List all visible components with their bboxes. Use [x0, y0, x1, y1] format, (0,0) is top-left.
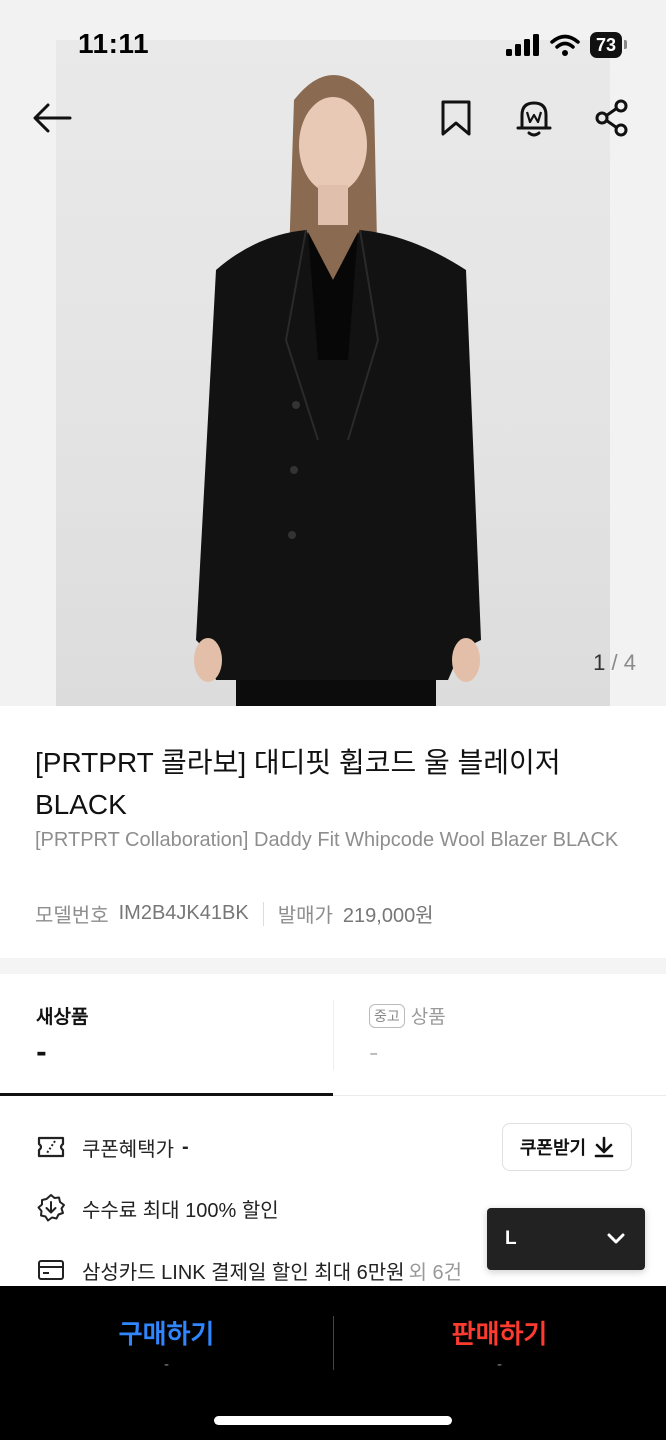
model-number-value: IM2B4JK41BK	[118, 902, 249, 924]
tab-used-label-group: 중고 상품	[369, 1002, 446, 1029]
coupon-price-label: 쿠폰혜택가	[82, 1138, 174, 1161]
get-coupon-button[interactable]: 쿠폰받기	[502, 1123, 632, 1171]
coupon-icon	[36, 1132, 66, 1162]
bookmark-button[interactable]	[434, 96, 478, 140]
product-info: [PRTPRT 콜라보] 대디핏 휩코드 울 블레이저 BLACK [PRTPR…	[0, 706, 666, 958]
bookmark-icon	[441, 100, 471, 136]
release-price-label: 발매가	[277, 905, 333, 927]
fee-discount-icon	[36, 1193, 66, 1223]
size-dropdown[interactable]: L	[487, 1208, 645, 1270]
meta-divider	[262, 901, 264, 926]
model-number-label: 모델번호	[35, 905, 109, 927]
sell-button[interactable]: 판매하기 -	[333, 1314, 666, 1373]
share-button[interactable]	[590, 96, 634, 140]
image-counter-separator: /	[611, 650, 618, 675]
condition-tabs: 새상품 - 중고 상품 -	[0, 974, 666, 1096]
status-indicators: 73	[505, 32, 628, 58]
coupon-price-value: -	[182, 1135, 189, 1158]
buy-label: 구매하기	[118, 1319, 215, 1349]
product-meta: 모델번호 IM2B4JK41BK 발매가 219,000원	[35, 899, 434, 928]
price-alert-button[interactable]	[512, 96, 556, 140]
sell-price: -	[496, 1357, 503, 1373]
size-dropdown-value: L	[505, 1228, 517, 1249]
share-icon	[595, 99, 628, 137]
tab-used-price: -	[369, 1038, 379, 1068]
battery-indicator: 73	[589, 32, 628, 58]
wifi-icon	[550, 34, 580, 56]
sell-label: 판매하기	[451, 1319, 548, 1349]
fee-discount-text: 수수료 최대 100% 할인	[82, 1199, 279, 1222]
buy-button[interactable]: 구매하기 -	[0, 1314, 333, 1373]
tab-used-label: 상품	[410, 1007, 446, 1028]
download-icon	[594, 1136, 614, 1158]
used-badge: 중고	[369, 1003, 405, 1028]
tab-new-product[interactable]: 새상품 -	[0, 974, 333, 1096]
card-discount-text: 삼성카드 LINK 결제일 할인 최대 6만원	[82, 1261, 405, 1284]
get-coupon-label: 쿠폰받기	[519, 1138, 587, 1158]
credit-card-icon	[36, 1255, 66, 1285]
home-indicator[interactable]	[214, 1416, 452, 1425]
coupon-benefit-row: 쿠폰혜택가 -	[36, 1132, 189, 1162]
tab-new-price: -	[36, 1038, 47, 1068]
release-price-value: 219,000원	[342, 905, 434, 927]
bottom-action-bar: 구매하기 - 판매하기 -	[0, 1286, 666, 1440]
chevron-down-icon	[607, 1233, 625, 1244]
back-arrow-icon	[33, 103, 72, 133]
product-title: [PRTPRT 콜라보] 대디핏 휩코드 울 블레이저 BLACK	[35, 747, 561, 820]
image-counter: 1 / 4	[593, 650, 636, 676]
image-counter-total: 4	[623, 650, 636, 675]
card-discount-extra: 외 6건	[408, 1261, 463, 1284]
tab-used-product[interactable]: 중고 상품 -	[333, 974, 666, 1096]
fee-discount-row[interactable]: 수수료 최대 100% 할인	[36, 1193, 279, 1223]
status-time: 11:11	[78, 28, 150, 59]
section-divider	[0, 958, 666, 974]
product-image-gallery[interactable]: 1 / 4	[0, 0, 666, 706]
back-button[interactable]	[30, 96, 74, 140]
tab-new-label: 새상품	[36, 1007, 89, 1028]
card-discount-row[interactable]: 삼성카드 LINK 결제일 할인 최대 6만원 외 6건	[36, 1255, 462, 1285]
cellular-signal-icon	[505, 34, 539, 56]
buy-price: -	[163, 1357, 170, 1373]
product-title-english: [PRTPRT Collaboration] Daddy Fit Whipcod…	[35, 829, 619, 851]
bell-icon	[516, 101, 552, 137]
image-counter-current: 1	[593, 650, 606, 675]
